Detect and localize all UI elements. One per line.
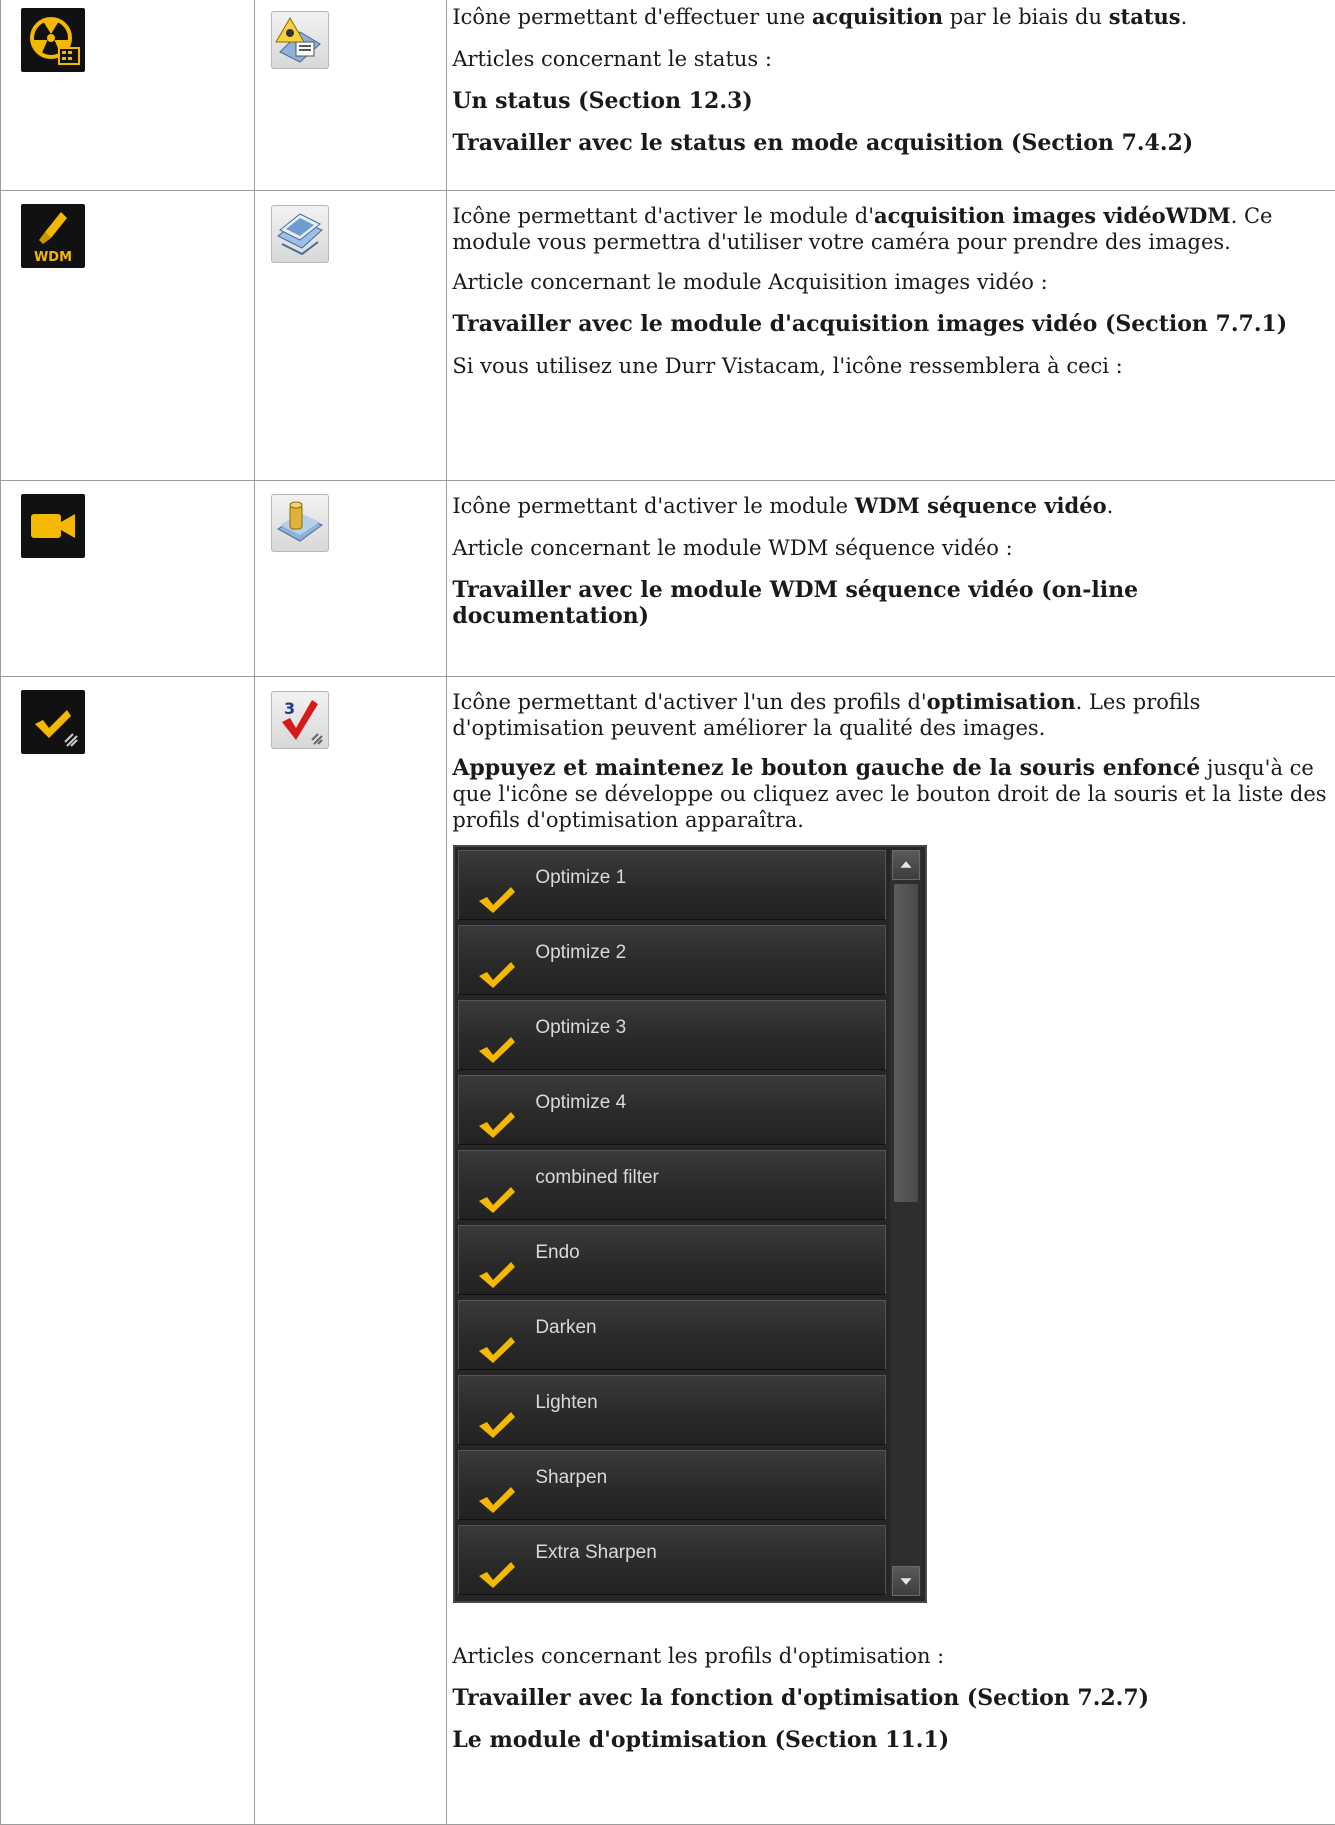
svg-text:WDM: WDM: [34, 250, 72, 265]
scroll-up-button[interactable]: [892, 850, 920, 880]
status-acquisition-icon: [271, 11, 329, 69]
checkmark-icon: [477, 883, 517, 915]
description-text: Icône permettant d'activer le module WDM…: [452, 493, 1329, 519]
profile-label: combined filter: [535, 1165, 659, 1191]
list-item[interactable]: Optimize 1: [458, 850, 886, 920]
description-cell: Icône permettant d'activer le module WDM…: [447, 480, 1335, 676]
checkmark-icon: [477, 1408, 517, 1440]
icon-reference-table: Icône permettant d'effectuer une acquisi…: [0, 0, 1335, 1825]
list-item[interactable]: Darken: [458, 1300, 886, 1370]
list-item[interactable]: Optimize 2: [458, 925, 886, 995]
description-cell: Icône permettant d'effectuer une acquisi…: [447, 0, 1335, 190]
list-item[interactable]: Endo: [458, 1225, 886, 1295]
article-link-video-acquisition[interactable]: Travailler avec le module d'acquisition …: [452, 311, 1329, 337]
profile-label: Extra Sharpen: [535, 1540, 656, 1566]
article-link-optimisation-function[interactable]: Travailler avec la fonction d'optimisati…: [452, 1685, 1329, 1711]
description-text: Icône permettant d'activer le module d'a…: [452, 203, 1329, 255]
checkmark-icon: [477, 1183, 517, 1215]
wdm-camera-icon: WDM: [21, 204, 85, 268]
light-icon-cell: [255, 480, 447, 676]
profile-label: Optimize 1: [535, 865, 626, 891]
articles-heading: Articles concernant les profils d'optimi…: [452, 1643, 1329, 1669]
profile-label: Optimize 3: [535, 1015, 626, 1041]
list-item[interactable]: Lighten: [458, 1375, 886, 1445]
article-link-optimisation-module[interactable]: Le module d'optimisation (Section 11.1): [452, 1727, 1329, 1753]
scrollbar[interactable]: [890, 850, 922, 1596]
dark-icon-cell: [1, 480, 255, 676]
checkmark-icon: [477, 958, 517, 990]
articles-heading: Article concernant le module Acquisition…: [452, 269, 1329, 295]
light-icon-cell: [255, 190, 447, 480]
instruction-text: Appuyez et maintenez le bouton gauche de…: [452, 755, 1329, 833]
optimize-3-checkmark-icon: 3: [271, 691, 329, 749]
checkmark-icon: [477, 1033, 517, 1065]
dark-icon-cell: [1, 676, 255, 1824]
chevron-up-icon: [893, 851, 919, 879]
article-link-status[interactable]: Un status (Section 12.3): [452, 88, 1329, 114]
video-images-icon: [271, 205, 329, 263]
light-icon-cell: [255, 0, 447, 190]
article-link-video-sequence[interactable]: Travailler avec le module WDM séquence v…: [452, 577, 1329, 629]
table-row: WDM Icône permettant d'activer l: [1, 190, 1335, 480]
profile-label: Sharpen: [535, 1465, 607, 1491]
article-link-status-acquisition[interactable]: Travailler avec le status en mode acquis…: [452, 130, 1329, 156]
scroll-down-button[interactable]: [892, 1566, 920, 1596]
table-row: Icône permettant d'effectuer une acquisi…: [1, 0, 1335, 190]
dark-icon-cell: WDM: [1, 190, 255, 480]
list-item[interactable]: Extra Sharpen: [458, 1525, 886, 1595]
description-cell: Icône permettant d'activer l'un des prof…: [447, 676, 1335, 1824]
checkmark-icon: [477, 1333, 517, 1365]
description-text: Icône permettant d'effectuer une acquisi…: [452, 4, 1329, 30]
articles-heading: Articles concernant le status :: [452, 46, 1329, 72]
description-cell: Icône permettant d'activer le module d'a…: [447, 190, 1335, 480]
articles-heading: Article concernant le module WDM séquenc…: [452, 535, 1329, 561]
table-row: Icône permettant d'activer le module WDM…: [1, 480, 1335, 676]
light-icon-cell: 3: [255, 676, 447, 1824]
video-sequence-icon: [271, 494, 329, 552]
optimisation-profile-list[interactable]: Optimize 1 Optimize 2 Optimize 3 Optimiz…: [453, 845, 927, 1603]
profile-label: Lighten: [535, 1390, 597, 1416]
checkmark-icon: [477, 1483, 517, 1515]
radiation-status-icon: [21, 8, 85, 72]
list-item[interactable]: Optimize 4: [458, 1075, 886, 1145]
vistacam-note: Si vous utilisez une Durr Vistacam, l'ic…: [452, 353, 1329, 379]
list-item[interactable]: Optimize 3: [458, 1000, 886, 1070]
checkmark-icon: [477, 1258, 517, 1290]
video-camera-icon: [21, 494, 85, 558]
profile-label: Optimize 4: [535, 1090, 626, 1116]
checkmark-icon: [477, 1108, 517, 1140]
list-item[interactable]: Sharpen: [458, 1450, 886, 1520]
chevron-down-icon: [893, 1567, 919, 1595]
scroll-thumb[interactable]: [894, 884, 918, 1202]
checkmark-icon: [477, 1558, 517, 1590]
table-row: 3 Icône permettant d'activer l'un des pr…: [1, 676, 1335, 1824]
profile-label: Darken: [535, 1315, 596, 1341]
dark-icon-cell: [1, 0, 255, 190]
description-text: Icône permettant d'activer l'un des prof…: [452, 689, 1329, 741]
profile-label: Endo: [535, 1240, 579, 1266]
svg-text:3: 3: [284, 699, 295, 718]
profile-label: Optimize 2: [535, 940, 626, 966]
checkmark-icon: [21, 690, 85, 754]
list-item[interactable]: combined filter: [458, 1150, 886, 1220]
